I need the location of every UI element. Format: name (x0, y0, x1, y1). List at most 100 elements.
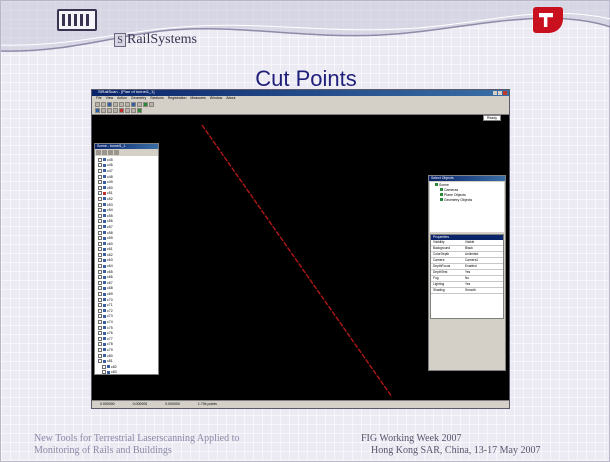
check-icon[interactable] (137, 108, 142, 113)
property-row[interactable]: Shading Smooth (431, 288, 503, 294)
expand-icon[interactable] (98, 163, 102, 168)
expand-icon[interactable] (98, 314, 102, 319)
property-value[interactable]: Visible (463, 240, 503, 245)
expand-icon[interactable] (98, 280, 102, 285)
property-value[interactable]: Enabled (463, 264, 503, 269)
expand-icon[interactable] (98, 342, 102, 347)
select-object-item[interactable]: Geometry Objects (432, 198, 502, 203)
expand-icon[interactable] (98, 180, 102, 185)
status-field: 1.794 points (197, 402, 217, 406)
tree-item-label: c50 (107, 185, 113, 190)
node-icon (103, 264, 106, 268)
expand-icon[interactable] (98, 258, 102, 263)
property-value[interactable]: Yes (463, 270, 503, 275)
property-value[interactable]: Smooth (463, 288, 503, 293)
measure-icon[interactable] (107, 108, 112, 113)
expand-icon[interactable] (98, 303, 102, 308)
refresh-icon[interactable] (114, 150, 119, 155)
node-icon (107, 370, 110, 374)
section-icon[interactable] (113, 108, 118, 113)
property-value[interactable]: Black (463, 246, 503, 251)
node-icon (103, 326, 106, 330)
footer-left-line2: Monitoring of Rails and Buildings (34, 445, 172, 456)
node-icon (103, 298, 106, 302)
tree-item-label: c64 (107, 264, 113, 269)
grid-icon[interactable] (125, 108, 130, 113)
expand-icon[interactable] (98, 353, 102, 358)
expand-icon[interactable] (98, 219, 102, 224)
minimize-icon[interactable] (493, 91, 497, 95)
rotate-icon[interactable] (143, 102, 148, 107)
expand-icon[interactable] (98, 241, 102, 246)
remove-icon[interactable] (102, 150, 107, 155)
expand-icon[interactable] (98, 185, 102, 190)
expand-icon[interactable] (98, 224, 102, 229)
zoom-icon[interactable] (131, 102, 136, 107)
close-icon[interactable] (503, 91, 507, 95)
property-key: ColorDepth (433, 252, 450, 256)
tree-item-label: c59 (107, 236, 113, 241)
record-icon[interactable] (119, 108, 124, 113)
expand-icon[interactable] (98, 196, 102, 201)
pan-icon[interactable] (137, 102, 142, 107)
expand-icon[interactable] (98, 359, 102, 364)
tree-item-label: c51 (107, 191, 113, 196)
paste-icon[interactable] (125, 102, 130, 107)
window-controls (493, 91, 507, 95)
copy-icon[interactable] (119, 102, 124, 107)
move-icon[interactable] (101, 108, 106, 113)
open-icon[interactable] (101, 102, 106, 107)
maximize-icon[interactable] (498, 91, 502, 95)
expand-icon[interactable] (98, 275, 102, 280)
expand-icon[interactable] (98, 269, 102, 274)
object-icon (435, 183, 438, 186)
tree-item-label: c73 (107, 314, 113, 319)
expand-icon[interactable] (98, 264, 102, 269)
object-icon (440, 198, 443, 201)
expand-icon[interactable] (98, 336, 102, 341)
select-icon[interactable] (95, 108, 100, 113)
expand-icon[interactable] (98, 202, 102, 207)
expand-icon[interactable] (98, 247, 102, 252)
expand-icon[interactable] (98, 347, 102, 352)
expand-icon[interactable] (98, 236, 102, 241)
expand-icon[interactable] (98, 331, 102, 336)
add-icon[interactable] (96, 150, 101, 155)
tree-item-label: c76 (107, 331, 113, 336)
expand-icon[interactable] (102, 364, 106, 369)
tree-item-label: c74 (107, 320, 113, 325)
expand-icon[interactable] (98, 320, 102, 325)
save-icon[interactable] (107, 102, 112, 107)
tree-item-label: c81 (107, 359, 113, 364)
expand-icon[interactable] (102, 370, 106, 374)
property-value[interactable]: Unlimited (463, 252, 503, 257)
expand-icon[interactable] (98, 252, 102, 257)
expand-icon[interactable] (98, 230, 102, 235)
expand-icon[interactable] (98, 157, 102, 162)
expand-icon[interactable] (98, 308, 102, 313)
expand-icon[interactable] (98, 213, 102, 218)
property-value[interactable]: Camera1 (463, 258, 503, 263)
tree-item-label: c55 (107, 213, 113, 218)
expand-icon[interactable] (98, 297, 102, 302)
expand-icon[interactable] (98, 174, 102, 179)
new-icon[interactable] (95, 102, 100, 107)
tree-item-label: c83 (111, 370, 117, 375)
expand-icon[interactable] (98, 168, 102, 173)
layer-icon[interactable] (131, 108, 136, 113)
cut-icon[interactable] (113, 102, 118, 107)
expand-icon[interactable] (98, 292, 102, 297)
expand-icon[interactable] (98, 208, 102, 213)
property-value[interactable]: Yes (463, 282, 503, 287)
properties-icon[interactable] (108, 150, 113, 155)
expand-icon[interactable] (98, 191, 102, 196)
property-key: Fog (433, 276, 439, 280)
tree-item-label: c80 (107, 353, 113, 358)
select-object-label: Plane Objects (444, 193, 466, 197)
expand-icon[interactable] (98, 325, 102, 330)
tree-item-label: c69 (107, 292, 113, 297)
property-value[interactable]: No (463, 276, 503, 281)
fit-icon[interactable] (149, 102, 154, 107)
tree-item-label: c71 (107, 303, 113, 308)
expand-icon[interactable] (98, 286, 102, 291)
